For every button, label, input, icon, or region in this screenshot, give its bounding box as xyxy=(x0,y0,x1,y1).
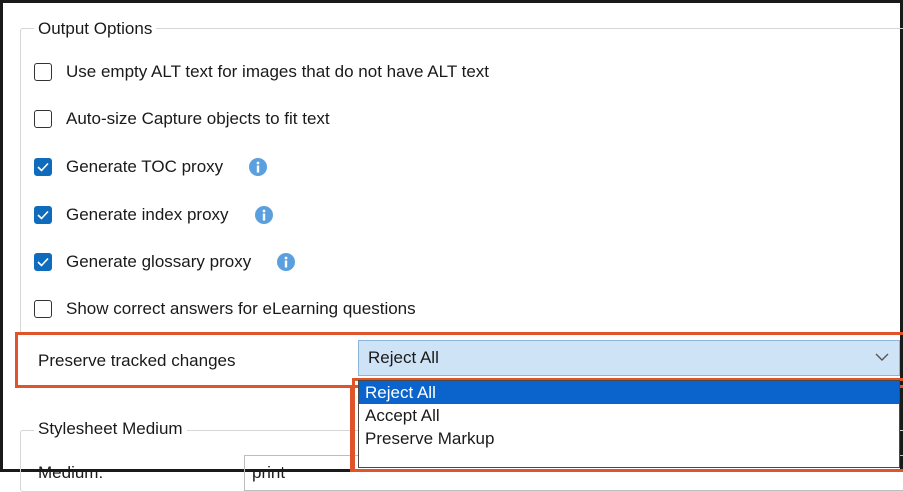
generate-toc-proxy-checkbox[interactable] xyxy=(34,158,52,176)
generate-index-proxy-label: Generate index proxy xyxy=(66,205,229,224)
empty-alt-text-label: Use empty ALT text for images that do no… xyxy=(66,62,490,81)
info-icon[interactable] xyxy=(249,158,268,176)
option-show-correct-answers[interactable]: Show correct answers for eLearning quest… xyxy=(34,296,416,322)
medium-value: print xyxy=(252,463,286,482)
show-correct-answers-label: Show correct answers for eLearning quest… xyxy=(66,299,416,318)
checkmark-icon xyxy=(37,162,49,172)
stylesheet-medium-title: Stylesheet Medium xyxy=(34,418,187,440)
option-generate-index-proxy[interactable]: Generate index proxy xyxy=(34,202,273,228)
option-reject-all[interactable]: Reject All xyxy=(359,381,899,404)
generate-glossary-proxy-checkbox[interactable] xyxy=(34,253,52,271)
chevron-down-icon[interactable] xyxy=(875,352,889,362)
option-empty-alt-text[interactable]: Use empty ALT text for images that do no… xyxy=(34,59,489,85)
info-icon[interactable] xyxy=(277,253,296,271)
medium-label: Medium: xyxy=(38,463,104,482)
tracked-changes-dropdown-list: Reject All Accept All Preserve Markup xyxy=(358,380,900,468)
option-preserve-markup[interactable]: Preserve Markup xyxy=(359,427,899,450)
option-generate-glossary-proxy[interactable]: Generate glossary proxy xyxy=(34,249,296,275)
generate-glossary-proxy-label: Generate glossary proxy xyxy=(66,252,252,271)
output-options-title: Output Options xyxy=(34,18,157,40)
tracked-changes-select[interactable]: Reject All xyxy=(358,340,900,376)
auto-size-capture-label: Auto-size Capture objects to fit text xyxy=(66,109,330,128)
option-accept-all[interactable]: Accept All xyxy=(359,404,899,427)
show-correct-answers-checkbox[interactable] xyxy=(34,300,52,318)
checkmark-icon xyxy=(37,210,49,220)
checkmark-icon xyxy=(37,257,49,267)
info-icon[interactable] xyxy=(254,206,273,224)
option-generate-toc-proxy[interactable]: Generate TOC proxy xyxy=(34,154,268,180)
generate-index-proxy-checkbox[interactable] xyxy=(34,206,52,224)
auto-size-capture-checkbox[interactable] xyxy=(34,110,52,128)
preserve-tracked-changes-label: Preserve tracked changes xyxy=(38,351,236,370)
empty-alt-text-checkbox[interactable] xyxy=(34,63,52,81)
tracked-changes-selected-value: Reject All xyxy=(368,348,439,367)
generate-toc-proxy-label: Generate TOC proxy xyxy=(66,157,224,176)
option-auto-size-capture[interactable]: Auto-size Capture objects to fit text xyxy=(34,106,330,132)
